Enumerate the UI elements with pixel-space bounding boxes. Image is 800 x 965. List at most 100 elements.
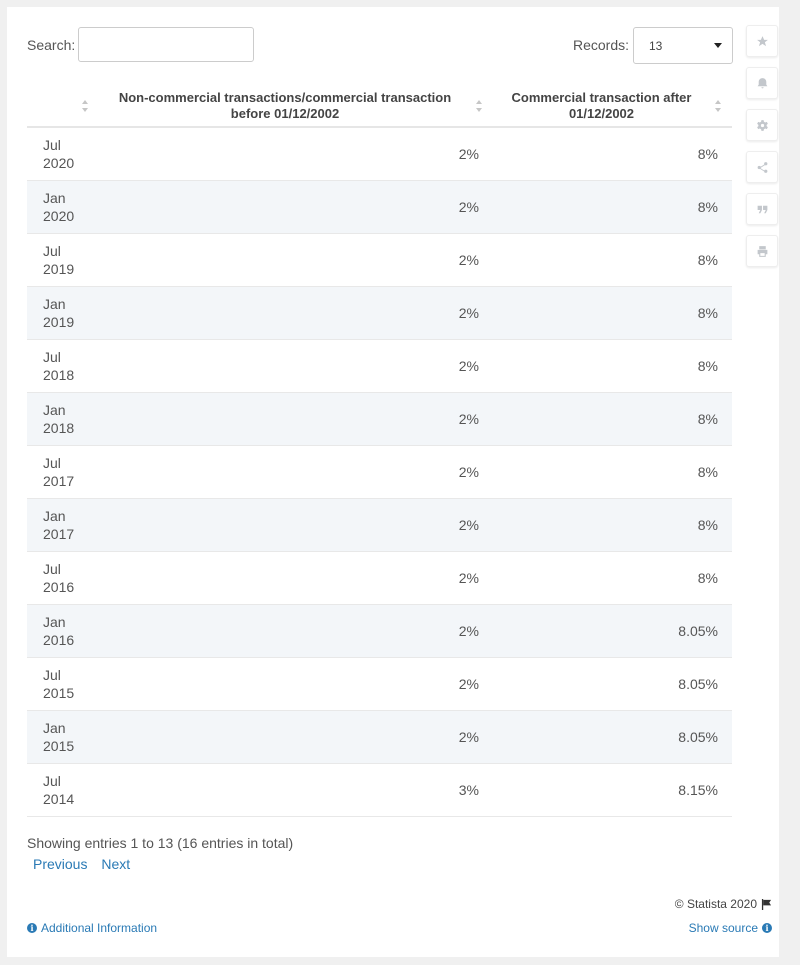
column-header-commercial[interactable]: Commercial transaction after 01/12/2002 bbox=[493, 86, 732, 128]
year-label: 2015 bbox=[43, 738, 75, 754]
noncommercial-rate-cell: 2% bbox=[99, 445, 493, 499]
caret-down-icon bbox=[714, 43, 722, 48]
copyright-text: © Statista 2020 bbox=[674, 897, 757, 911]
share-button[interactable] bbox=[746, 151, 778, 183]
table-row: Jul 2018 2% 8% bbox=[27, 339, 732, 393]
search-label: Search: bbox=[27, 37, 76, 53]
column-header-date[interactable] bbox=[27, 86, 99, 128]
year-label: 2019 bbox=[43, 261, 75, 277]
table-header-row: Non-commercial transactions/commercial t… bbox=[27, 86, 732, 128]
commercial-rate-cell: 8.05% bbox=[493, 604, 732, 658]
date-cell: Jul 2018 bbox=[27, 339, 99, 393]
date-cell: Jul 2019 bbox=[27, 233, 99, 287]
notification-button[interactable] bbox=[746, 67, 778, 99]
month-label: Jul bbox=[43, 243, 61, 259]
date-cell: Jan 2015 bbox=[27, 710, 99, 764]
year-label: 2016 bbox=[43, 632, 75, 648]
commercial-rate-cell: 8% bbox=[493, 498, 732, 552]
month-label: Jul bbox=[43, 667, 61, 683]
date-cell: Jan 2019 bbox=[27, 286, 99, 340]
commercial-rate-cell: 8% bbox=[493, 392, 732, 446]
year-label: 2014 bbox=[43, 791, 75, 807]
month-label: Jul bbox=[43, 773, 61, 789]
noncommercial-rate-cell: 2% bbox=[99, 286, 493, 340]
noncommercial-rate-cell: 2% bbox=[99, 710, 493, 764]
bell-icon bbox=[757, 77, 767, 88]
previous-page-link[interactable]: Previous bbox=[33, 856, 87, 872]
commercial-rate-cell: 8.05% bbox=[493, 657, 732, 711]
table-row: Jan 2020 2% 8% bbox=[27, 180, 732, 234]
date-cell: Jan 2018 bbox=[27, 392, 99, 446]
noncommercial-rate-cell: 2% bbox=[99, 657, 493, 711]
quote-icon bbox=[757, 205, 767, 213]
records-select[interactable]: 13 bbox=[633, 27, 733, 64]
month-label: Jul bbox=[43, 137, 61, 153]
noncommercial-rate-cell: 2% bbox=[99, 127, 493, 181]
date-cell: Jul 2015 bbox=[27, 657, 99, 711]
date-cell: Jan 2016 bbox=[27, 604, 99, 658]
commercial-rate-cell: 8% bbox=[493, 233, 732, 287]
year-label: 2020 bbox=[43, 208, 75, 224]
table-row: Jul 2015 2% 8.05% bbox=[27, 657, 732, 711]
table-row: Jan 2017 2% 8% bbox=[27, 498, 732, 552]
table-row: Jan 2016 2% 8.05% bbox=[27, 604, 732, 658]
month-label: Jan bbox=[43, 614, 66, 630]
favorite-button[interactable] bbox=[746, 25, 778, 57]
gear-icon bbox=[756, 119, 768, 131]
sort-icon bbox=[476, 100, 483, 112]
month-label: Jan bbox=[43, 402, 66, 418]
star-icon bbox=[756, 35, 768, 46]
sort-icon bbox=[715, 100, 722, 112]
pagination: Previous Next bbox=[33, 856, 140, 872]
commercial-rate-cell: 8.15% bbox=[493, 763, 732, 817]
additional-information-link[interactable]: i Additional Information bbox=[27, 921, 157, 935]
noncommercial-rate-cell: 2% bbox=[99, 180, 493, 234]
table-row: Jul 2016 2% 8% bbox=[27, 551, 732, 605]
entries-summary: Showing entries 1 to 13 (16 entries in t… bbox=[27, 835, 294, 851]
show-source-link[interactable]: Show source i bbox=[689, 921, 772, 935]
search-input[interactable] bbox=[78, 27, 254, 62]
year-label: 2018 bbox=[43, 420, 75, 436]
year-label: 2018 bbox=[43, 367, 75, 383]
column-header-noncommercial[interactable]: Non-commercial transactions/commercial t… bbox=[99, 86, 493, 128]
column-header-label: Commercial transaction after 01/12/2002 bbox=[511, 90, 692, 121]
date-cell: Jul 2014 bbox=[27, 763, 99, 817]
month-label: Jul bbox=[43, 561, 61, 577]
additional-information-label: Additional Information bbox=[41, 921, 158, 935]
noncommercial-rate-cell: 2% bbox=[99, 233, 493, 287]
cite-button[interactable] bbox=[746, 193, 778, 225]
date-cell: Jan 2017 bbox=[27, 498, 99, 552]
commercial-rate-cell: 8% bbox=[493, 339, 732, 393]
date-cell: Jul 2020 bbox=[27, 127, 99, 181]
month-label: Jan bbox=[43, 720, 66, 736]
info-icon: i bbox=[762, 923, 772, 933]
noncommercial-rate-cell: 2% bbox=[99, 604, 493, 658]
month-label: Jan bbox=[43, 508, 66, 524]
table-row: Jul 2017 2% 8% bbox=[27, 445, 732, 499]
records-label: Records: bbox=[573, 37, 630, 53]
share-icon bbox=[757, 161, 767, 173]
table-row: Jul 2020 2% 8% bbox=[27, 127, 732, 181]
column-header-label: Non-commercial transactions/commercial t… bbox=[118, 90, 452, 121]
table-row: Jan 2019 2% 8% bbox=[27, 286, 732, 340]
print-icon bbox=[757, 245, 767, 257]
print-button[interactable] bbox=[746, 235, 778, 267]
settings-button[interactable] bbox=[746, 109, 778, 141]
statistic-card: Search: Records: 13 Non-commercial trans… bbox=[7, 7, 779, 957]
show-source-label: Show source bbox=[688, 921, 758, 935]
noncommercial-rate-cell: 2% bbox=[99, 339, 493, 393]
copyright: © Statista 2020 bbox=[675, 897, 772, 911]
data-table: Non-commercial transactions/commercial t… bbox=[27, 86, 732, 817]
next-page-link[interactable]: Next bbox=[101, 856, 130, 872]
sort-icon bbox=[82, 100, 89, 112]
month-label: Jul bbox=[43, 349, 61, 365]
month-label: Jul bbox=[43, 455, 61, 471]
month-label: Jan bbox=[43, 190, 66, 206]
year-label: 2020 bbox=[43, 155, 75, 171]
table-row: Jul 2014 3% 8.15% bbox=[27, 763, 732, 817]
sidebar-toolbar bbox=[746, 25, 780, 277]
date-cell: Jul 2016 bbox=[27, 551, 99, 605]
noncommercial-rate-cell: 2% bbox=[99, 551, 493, 605]
flag-icon[interactable] bbox=[761, 898, 772, 910]
noncommercial-rate-cell: 2% bbox=[99, 392, 493, 446]
